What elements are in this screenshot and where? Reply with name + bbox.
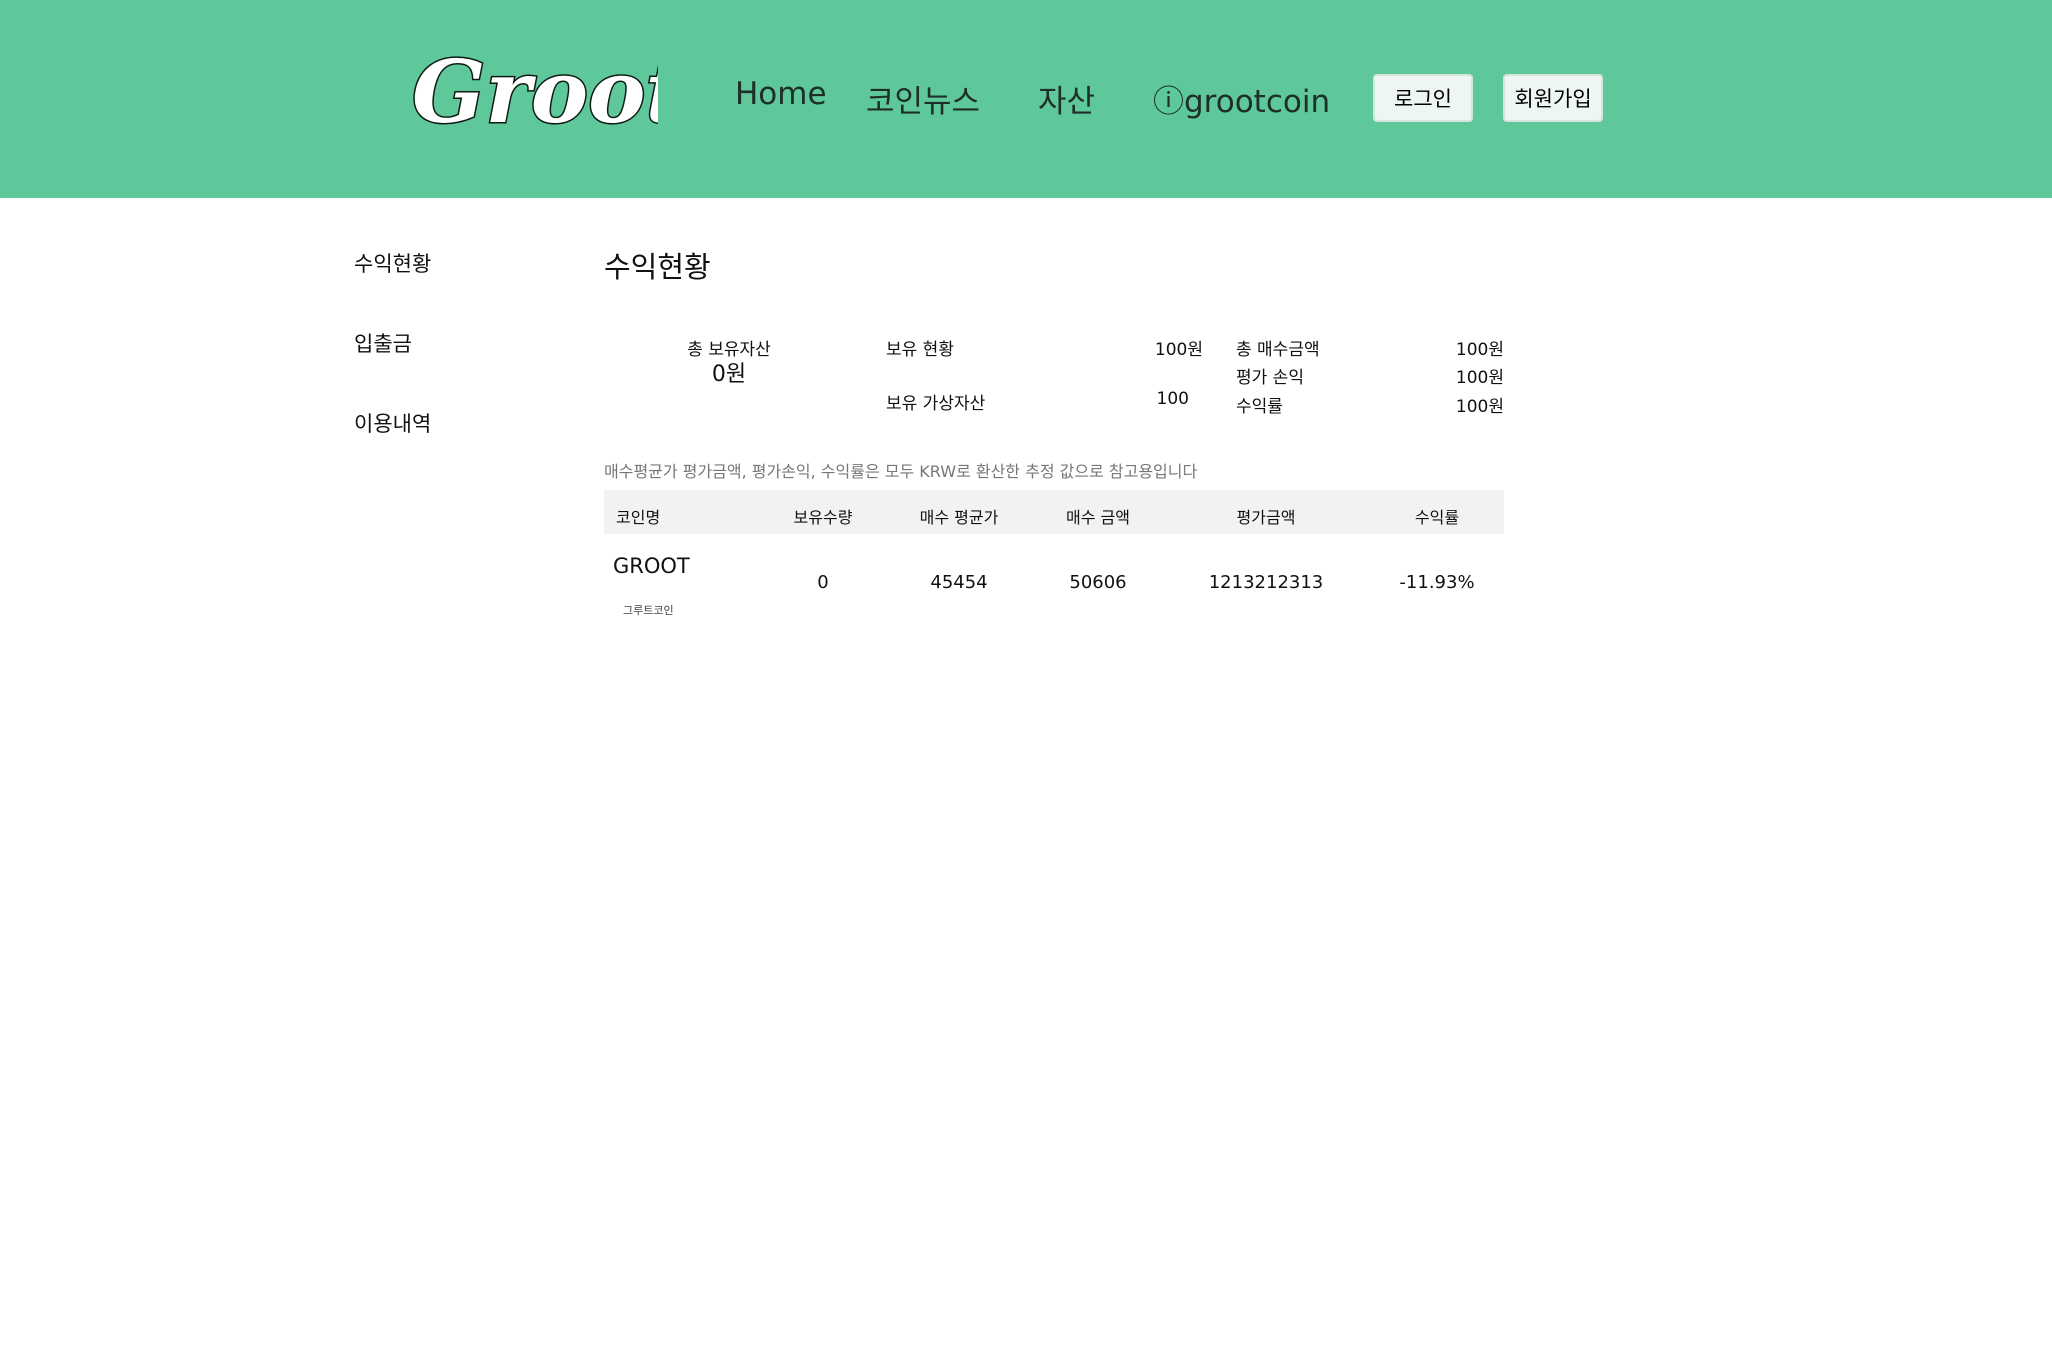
signup-button[interactable]: 회원가입: [1503, 74, 1603, 122]
col-avg-price: 매수 평균가: [919, 508, 999, 527]
nav-coin-news[interactable]: 코인뉴스: [866, 76, 980, 121]
col-quantity: 보유수량: [793, 508, 853, 527]
table-row[interactable]: GROOT 그루트코인 0 45454 50606 1213212313 -11…: [604, 534, 1504, 624]
coin-return-rate: -11.93%: [1399, 572, 1475, 593]
holding-status-value: 100원: [1154, 340, 1203, 360]
coin-buy-amount: 50606: [1069, 572, 1127, 593]
nav-assets[interactable]: 자산: [1038, 76, 1095, 121]
login-button[interactable]: 로그인: [1373, 74, 1473, 122]
total-buy-value: 100원: [1455, 340, 1504, 360]
holding-status-label: 보유 현황: [886, 340, 954, 360]
estimate-notice: 매수평균가 평가금액, 평가손익, 수익률은 모두 KRW로 환산한 추정 값으…: [604, 462, 1198, 481]
coin-name: GROOT: [613, 554, 690, 578]
col-eval-amount: 평가금액: [1236, 508, 1296, 527]
total-buy-label: 총 매수금액: [1236, 340, 1320, 360]
virtual-assets-label: 보유 가상자산: [886, 394, 986, 414]
coin-subname: 그루트코인: [623, 604, 674, 617]
nav-home[interactable]: Home: [735, 76, 827, 112]
groot-logo[interactable]: Groot: [408, 40, 659, 150]
sidebar-item-deposit-withdraw[interactable]: 입출금: [354, 328, 412, 358]
virtual-assets-value: 100: [1156, 389, 1189, 409]
logo-text: Groot: [412, 42, 658, 143]
coin-eval-amount: 1213212313: [1208, 572, 1324, 593]
nav-grootcoin[interactable]: ⓘgrootcoin: [1153, 76, 1330, 121]
return-rate-label: 수익률: [1236, 397, 1283, 417]
page-title: 수익현황: [604, 250, 711, 284]
eval-pl-label: 평가 손익: [1236, 368, 1304, 388]
coin-quantity: 0: [817, 572, 829, 593]
coin-avg-price: 45454: [930, 572, 988, 593]
sidebar-item-usage-history[interactable]: 이용내역: [354, 408, 431, 438]
col-return-rate: 수익률: [1414, 508, 1460, 527]
sidebar-item-profit-status[interactable]: 수익현황: [354, 248, 431, 278]
col-coin-name: 코인명: [616, 508, 661, 527]
table-header: 코인명 보유수량 매수 평균가 매수 금액 평가금액 수익률: [604, 490, 1504, 534]
eval-pl-value: 100원: [1455, 368, 1504, 388]
top-header: Groot Home 코인뉴스 자산 ⓘgrootcoin 로그인 회원가입: [0, 0, 2052, 198]
total-assets-value: 0원: [711, 362, 747, 387]
return-rate-value: 100원: [1455, 397, 1504, 417]
col-buy-amount: 매수 금액: [1066, 508, 1130, 527]
